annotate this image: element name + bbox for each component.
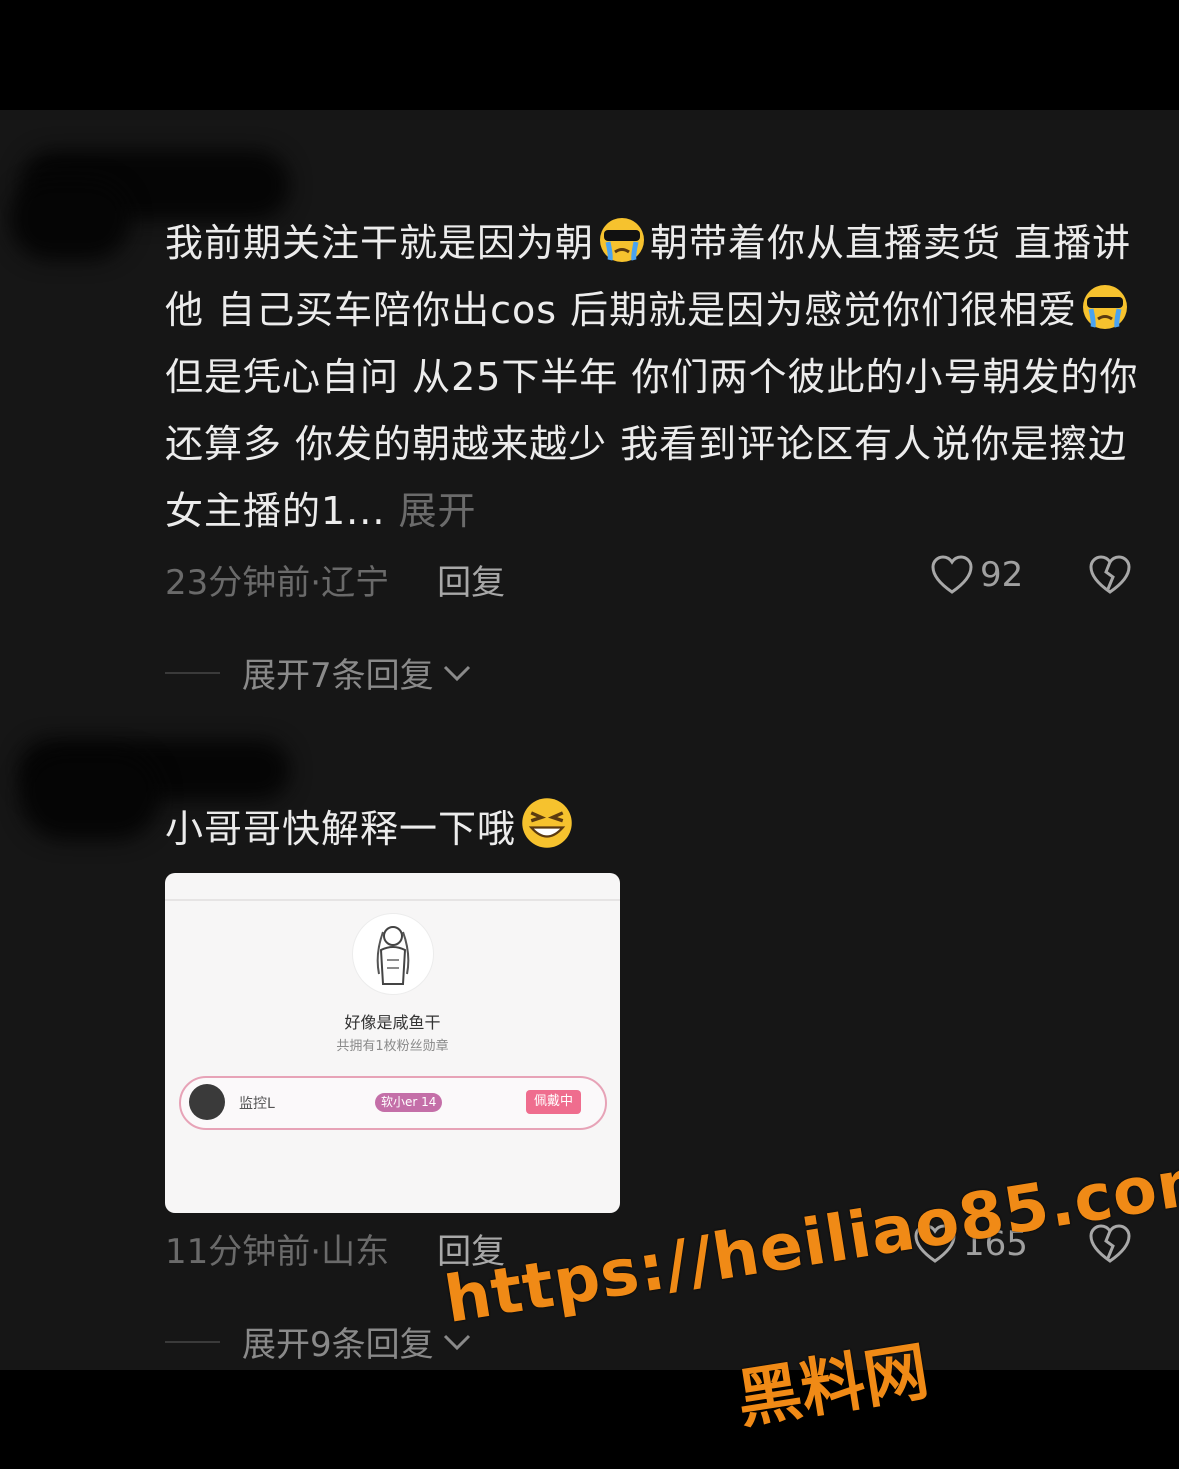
fan-medal: 软小er 14 <box>375 1093 443 1112</box>
comment-body: 小哥哥快解释一下哦 <box>165 796 1145 863</box>
time-location: 23分钟前·辽宁 <box>165 563 390 603</box>
profile-name: 好像是咸鱼干 <box>344 1013 441 1032</box>
divider <box>165 1340 220 1343</box>
like-button[interactable]: 92 <box>930 555 1023 595</box>
profile-subtitle: 共拥有1枚粉丝勋章 <box>336 1039 449 1054</box>
comment-meta: 23分钟前·辽宁 回复 <box>165 555 505 604</box>
expand-replies[interactable]: 展开7条回复 <box>165 648 472 697</box>
grinning-squint-icon <box>522 798 572 848</box>
screenshot-image[interactable]: 好像是咸鱼干 共拥有1枚粉丝勋章 监控L 软小er 14 佩戴中 <box>165 873 620 1213</box>
expand-replies-label: 展开7条回复 <box>242 656 434 696</box>
comment-body: 我前期关注干就是因为朝 朝带着你从直播卖货 直播讲他 自己买车陪你出cos 后期就… <box>165 210 1145 545</box>
expand-text-link[interactable]: 展开 <box>399 489 477 533</box>
redacted-avatar <box>20 750 160 840</box>
like-count: 92 <box>980 555 1024 595</box>
heart-icon <box>931 555 973 594</box>
reply-button[interactable]: 回复 <box>437 563 505 603</box>
broken-heart-icon[interactable] <box>1088 555 1132 595</box>
time-location: 11分钟前·山东 <box>165 1232 390 1272</box>
crying-sunglasses-icon <box>1083 285 1128 329</box>
expand-replies-label: 展开9条回复 <box>242 1325 434 1365</box>
badge-owner: 监控L <box>239 1096 275 1112</box>
expand-replies[interactable]: 展开9条回复 <box>165 1317 472 1366</box>
status-badge: 佩戴中 <box>525 1090 581 1114</box>
avatar <box>189 1084 225 1120</box>
crying-sunglasses-icon <box>600 218 645 262</box>
chevron-down-icon <box>443 665 470 681</box>
divider <box>165 899 620 901</box>
divider <box>165 671 220 674</box>
redacted-avatar <box>10 180 130 260</box>
sketch-figure-icon <box>376 926 410 985</box>
avatar <box>352 913 434 995</box>
fan-badge-row: 监控L 软小er 14 佩戴中 <box>179 1076 607 1130</box>
